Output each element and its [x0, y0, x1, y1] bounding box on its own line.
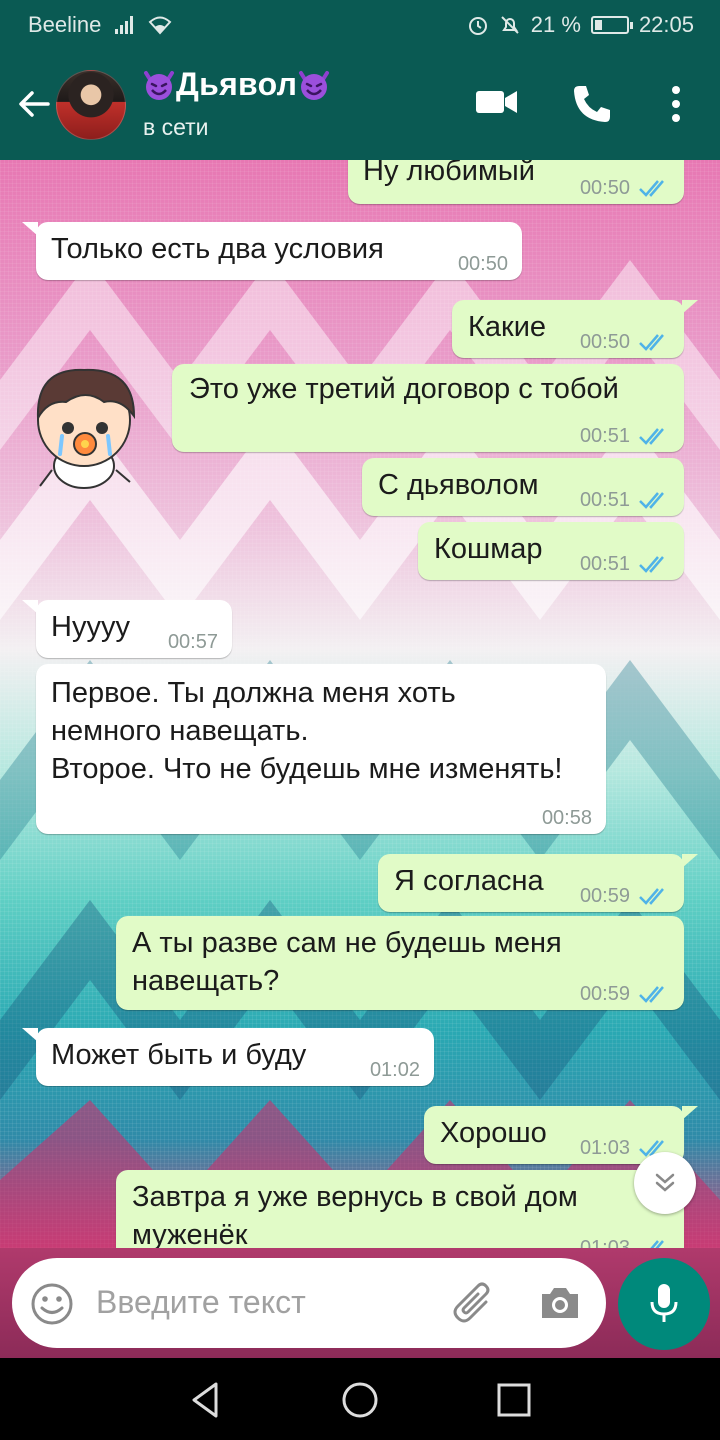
- message-time: 00:59: [579, 885, 630, 907]
- camera-icon[interactable]: [538, 1284, 582, 1322]
- message-time: 00:51: [579, 489, 630, 511]
- emoji-icon[interactable]: [30, 1282, 74, 1326]
- baby-sticker[interactable]: [26, 358, 148, 494]
- message-bubble-incoming[interactable]: Только есть два условия 00:50: [22, 222, 522, 280]
- message-time: 00:57: [167, 631, 218, 653]
- message-time: 01:03: [579, 1137, 630, 1159]
- double-check-icon: [650, 1240, 664, 1248]
- scroll-to-bottom-button[interactable]: [634, 1152, 696, 1214]
- smiling-devil-icon: [144, 70, 174, 100]
- message-bubble-outgoing[interactable]: Это уже третий договор с тобой 00:51: [172, 364, 684, 452]
- chat-area[interactable]: Ну любимый 00:50 Только есть два условия…: [0, 160, 720, 1248]
- message-bubble-outgoing[interactable]: А ты разве сам не будешь меня навещать? …: [116, 916, 684, 1010]
- message-bubble-outgoing[interactable]: Завтра я уже вернусь в свой дом муженёк …: [116, 1170, 684, 1248]
- more-vert-icon[interactable]: [666, 82, 686, 126]
- double-check-icon: [639, 334, 664, 351]
- message-time: 00:58: [541, 807, 592, 829]
- message-bubble-outgoing[interactable]: Ну любимый 00:50: [348, 160, 684, 204]
- message-text: Это уже третий договор с тобой: [189, 373, 619, 405]
- double-check-icon: [639, 556, 664, 573]
- double-check-icon: [639, 888, 664, 905]
- attach-icon[interactable]: [450, 1280, 498, 1328]
- message-input[interactable]: [96, 1284, 436, 1321]
- video-call-icon[interactable]: [474, 82, 520, 122]
- battery-icon: [590, 16, 633, 34]
- nav-recents-icon[interactable]: [494, 1380, 534, 1420]
- chat-header: Дьявол в сети: [0, 48, 720, 160]
- message-time: 00:59: [579, 983, 630, 1005]
- phone-icon[interactable]: [570, 82, 614, 126]
- mic-icon: [650, 1284, 678, 1322]
- system-nav-bar: [0, 1358, 720, 1440]
- message-bubble-incoming[interactable]: Может быть и буду 01:02: [22, 1028, 434, 1086]
- message-time: 01:02: [369, 1059, 420, 1081]
- message-bubble-outgoing[interactable]: Какие 00:50: [452, 300, 698, 358]
- clock: 22:05: [638, 12, 694, 37]
- mute-icon: [501, 16, 519, 34]
- message-bubble-outgoing[interactable]: Я согласна 00:59: [378, 854, 698, 912]
- message-input-container[interactable]: [12, 1258, 606, 1348]
- nav-back-icon[interactable]: [186, 1380, 226, 1420]
- message-text: Только есть два условия: [51, 233, 384, 265]
- message-bubble-incoming[interactable]: Первое. Ты должна меня хоть немного наве…: [36, 664, 606, 834]
- back-arrow-icon[interactable]: [14, 84, 54, 124]
- double-check-icon: [639, 492, 664, 509]
- double-chevron-down-icon: [655, 1173, 675, 1192]
- contact-status: в сети: [143, 114, 209, 140]
- contact-name-label: Дьявол: [176, 66, 298, 102]
- avatar[interactable]: [56, 70, 126, 140]
- message-text: Первое. Ты должна меня хоть немного наве…: [51, 677, 563, 785]
- double-check-icon: [639, 428, 664, 445]
- smiling-devil-icon: [299, 70, 330, 100]
- wifi-icon: [148, 16, 172, 35]
- double-check-icon: [639, 180, 664, 197]
- nav-home-icon[interactable]: [340, 1380, 380, 1420]
- battery-percent: 21 %: [530, 12, 581, 37]
- composer-bar: [0, 1248, 720, 1358]
- message-time: 00:50: [579, 331, 630, 353]
- message-time: 01:03: [579, 1237, 630, 1248]
- message-time: 00:50: [579, 177, 630, 199]
- alarm-icon: [468, 17, 487, 35]
- message-bubble-incoming[interactable]: Нуууу 00:57: [22, 600, 232, 658]
- message-bubble-outgoing[interactable]: Кошмар 00:51: [418, 522, 684, 580]
- mic-button[interactable]: [618, 1258, 710, 1350]
- message-time: 00:50: [457, 253, 508, 275]
- status-bar: Beeline 21 % 22:05: [0, 0, 720, 48]
- message-time: 00:51: [579, 425, 630, 447]
- message-bubble-outgoing[interactable]: Хорошо 01:03: [424, 1106, 698, 1164]
- signal-icon: [115, 16, 134, 34]
- carrier-name: Beeline: [28, 12, 102, 37]
- message-time: 00:51: [579, 553, 630, 575]
- message-bubble-outgoing[interactable]: С дьяволом 00:51: [362, 458, 684, 516]
- double-check-icon: [639, 986, 664, 1003]
- contact-name[interactable]: Дьявол: [142, 66, 331, 103]
